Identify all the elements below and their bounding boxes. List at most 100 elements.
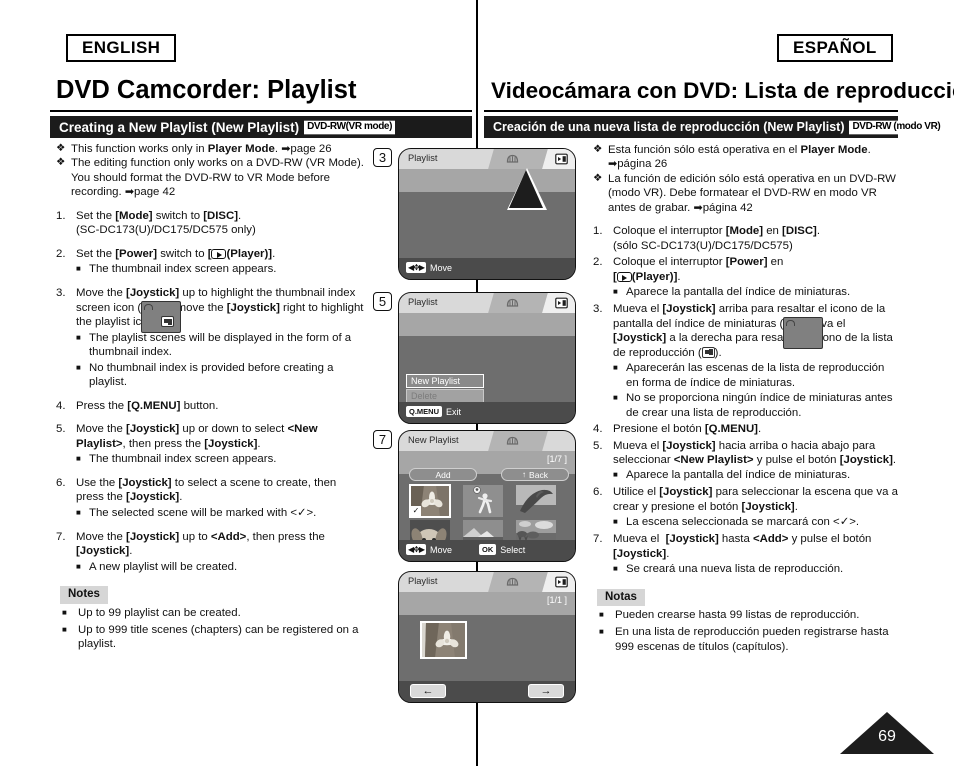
step-text: Press the [Q.MENU] button. [76, 399, 219, 412]
language-tag-english: ENGLISH [66, 34, 177, 62]
note-item: ■ En una lista de reproducción pueden re… [593, 625, 898, 654]
lcd-screen-step3: Playlist ◀✥▶ Move [398, 148, 576, 280]
sub-bullet: ■ The thumbnail index screen appears. [56, 262, 366, 277]
lcd-screen-step5: Playlist New Playlist Delete Q.MENU Exit [398, 292, 576, 424]
manual-page: ENGLISH ESPAÑOL DVD Camcorder: Playlist … [0, 0, 954, 766]
diamond-bullet-icon: ❖ [56, 142, 66, 154]
back-button[interactable]: ↑ Back [501, 468, 569, 481]
footer-move-control[interactable]: ◀✥▶ Move [406, 544, 452, 555]
next-page-button[interactable]: → [528, 684, 564, 698]
soccer-player-image [463, 485, 503, 517]
step-number: 5. [593, 439, 603, 452]
title-rule-english [50, 110, 472, 112]
qmenu-key-icon: Q.MENU [406, 406, 442, 417]
disc-badge-spanish: DVD-RW (modo VR) [849, 120, 944, 134]
playlist-glyph [555, 153, 568, 165]
step-item-2: 2. Set the [Power] switch to [(Player)]. [56, 247, 366, 261]
lcd-footer: ← → [399, 681, 575, 702]
sub-bullet: ■ Se creará una nueva lista de reproducc… [593, 562, 898, 577]
selected-check-icon: ✓ [411, 506, 421, 516]
step-marker-5: 5 [373, 292, 392, 311]
playlist-icon [555, 297, 568, 309]
thumbnail-soccer-player[interactable] [463, 485, 503, 517]
page-title-english: DVD Camcorder: Playlist [56, 76, 357, 104]
note-item: ■ Up to 99 playlist can be created. [56, 606, 366, 621]
play-icon [211, 248, 227, 259]
step-marker-3: 3 [373, 148, 392, 167]
step-text: Coloque el interruptor [Power] en[(Playe… [613, 256, 784, 283]
page-title-spanish: Videocámara con DVD: Lista de reproducci… [491, 78, 954, 103]
sub-bullet: ■ A new playlist will be created. [56, 560, 366, 575]
playlist-icon [555, 153, 568, 165]
step-text: Move the [Joystick] up to highlight the … [76, 286, 366, 333]
bullet-item: ❖ La función de edición sólo está operat… [593, 172, 898, 215]
bullet-item: ❖ Esta función sólo está operativa en el… [593, 143, 898, 172]
sub-bullet: ■ The thumbnail index screen appears. [56, 452, 366, 467]
sub-bullet: ■ No thumbnail index is provided before … [56, 361, 366, 390]
step-item-5: 5. Mueva el [Joystick] hacia arriba o ha… [593, 439, 898, 468]
step-text: Mueva el [Joystick] hasta <Add> y pulse … [613, 533, 872, 560]
section-header-text-english: Creating a New Playlist (New Playlist) [59, 119, 300, 135]
lcd-band [399, 313, 575, 336]
playlist-glyph [555, 576, 568, 588]
bullet-text: Esta función sólo está operativa en el P… [608, 144, 871, 171]
footer-exit-label: Exit [446, 406, 462, 417]
thumbnail-lotus-flower[interactable]: ✓ [409, 484, 451, 518]
page-number-text: 69 [878, 728, 896, 745]
sub-bullet-text: The thumbnail index screen appears. [89, 453, 277, 466]
sub-bullet: ■ No se proporciona ningún índice de min… [593, 391, 898, 420]
footer-move-control[interactable]: ◀✥▶ Move [406, 262, 452, 273]
lcd-footer: ◀✥▶ Move OK Select [399, 540, 575, 561]
joystick-pad-icon: ◀✥▶ [406, 262, 426, 273]
step-number: 4. [56, 399, 66, 412]
step-item-1: 1. Set the [Mode] switch to [DISC]. (SC-D… [56, 209, 366, 238]
step-item-6: 6. Use the [Joystick] to select a scene … [56, 476, 366, 505]
step-text: Move the [Joystick] up or down to select… [76, 423, 318, 450]
notes-label-spanish: Notas [597, 588, 645, 607]
thumbnail-index-glyph [506, 577, 519, 586]
sub-bullet: ■ Aparece la pantalla del índice de mini… [593, 285, 898, 300]
sub-bullet-text: No se proporciona ningún índice de minia… [626, 392, 893, 419]
playlist-icon [555, 576, 568, 588]
lcd-band [399, 169, 575, 192]
sub-bullet-text: La escena seleccionada se marcará con <✓… [626, 516, 860, 529]
diamond-bullet-icon: ❖ [56, 156, 66, 169]
step-number: 3. [56, 287, 66, 300]
step-item-3: 3. Move the [Joystick] up to highlight t… [56, 286, 366, 333]
section-header-english: Creating a New Playlist (New Playlist) D… [50, 116, 472, 138]
step-text: Set the [Mode] switch to [DISC]. (SC-DC17… [76, 209, 256, 237]
add-button[interactable]: Add [409, 468, 477, 481]
title-rule-spanish [484, 110, 898, 112]
sub-bullet: ■ The selected scene will be marked with… [56, 506, 366, 521]
spanish-body-column: ❖ Esta función sólo está operativa en el… [593, 143, 898, 654]
step-text: Coloque el interruptor [Mode] en [DISC].… [613, 225, 821, 252]
previous-page-button[interactable]: ← [410, 684, 446, 698]
sub-bullet-text: No thumbnail index is provided before cr… [89, 361, 334, 389]
step-number: 6. [56, 476, 66, 489]
playlist-icon [701, 346, 715, 358]
thumbnail-index-icon [506, 153, 519, 165]
footer-move-label: Move [430, 262, 453, 273]
step-number: 4. [593, 423, 603, 436]
sub-bullet: ■ Aparece la pantalla del índice de mini… [593, 468, 898, 483]
step-number: 2. [56, 247, 66, 260]
square-bullet-icon: ■ [613, 393, 618, 403]
lcd-screen-step7: New Playlist [1/7 ] Add ↑ Back ✓ ◀✥▶ Mov… [398, 430, 576, 562]
thumbnail-dolphin[interactable] [516, 485, 556, 517]
bullet-item: ❖ This function works only in Player Mod… [56, 142, 366, 156]
cursor-triangle [507, 168, 547, 210]
menu-item-new-playlist[interactable]: New Playlist [406, 374, 484, 388]
lcd-screen-result: Playlist [1/1 ] ← → [398, 571, 576, 703]
thumbnail-lotus-flower[interactable] [420, 621, 467, 659]
thumbnail-index-glyph [506, 154, 519, 163]
step-text: Mueva el [Joystick] arriba para resaltar… [613, 303, 893, 359]
footer-exit-control[interactable]: Q.MENU Exit [406, 406, 461, 417]
footer-select-control[interactable]: OK Select [479, 544, 525, 555]
square-bullet-icon: ■ [76, 332, 81, 342]
lcd-body [399, 192, 575, 258]
menu-item-delete[interactable]: Delete [406, 389, 484, 403]
square-bullet-icon: ■ [613, 470, 618, 480]
lcd-title: Playlist [408, 297, 438, 307]
sub-bullet-text: A new playlist will be created. [89, 560, 238, 573]
lcd-title: Playlist [408, 576, 438, 586]
